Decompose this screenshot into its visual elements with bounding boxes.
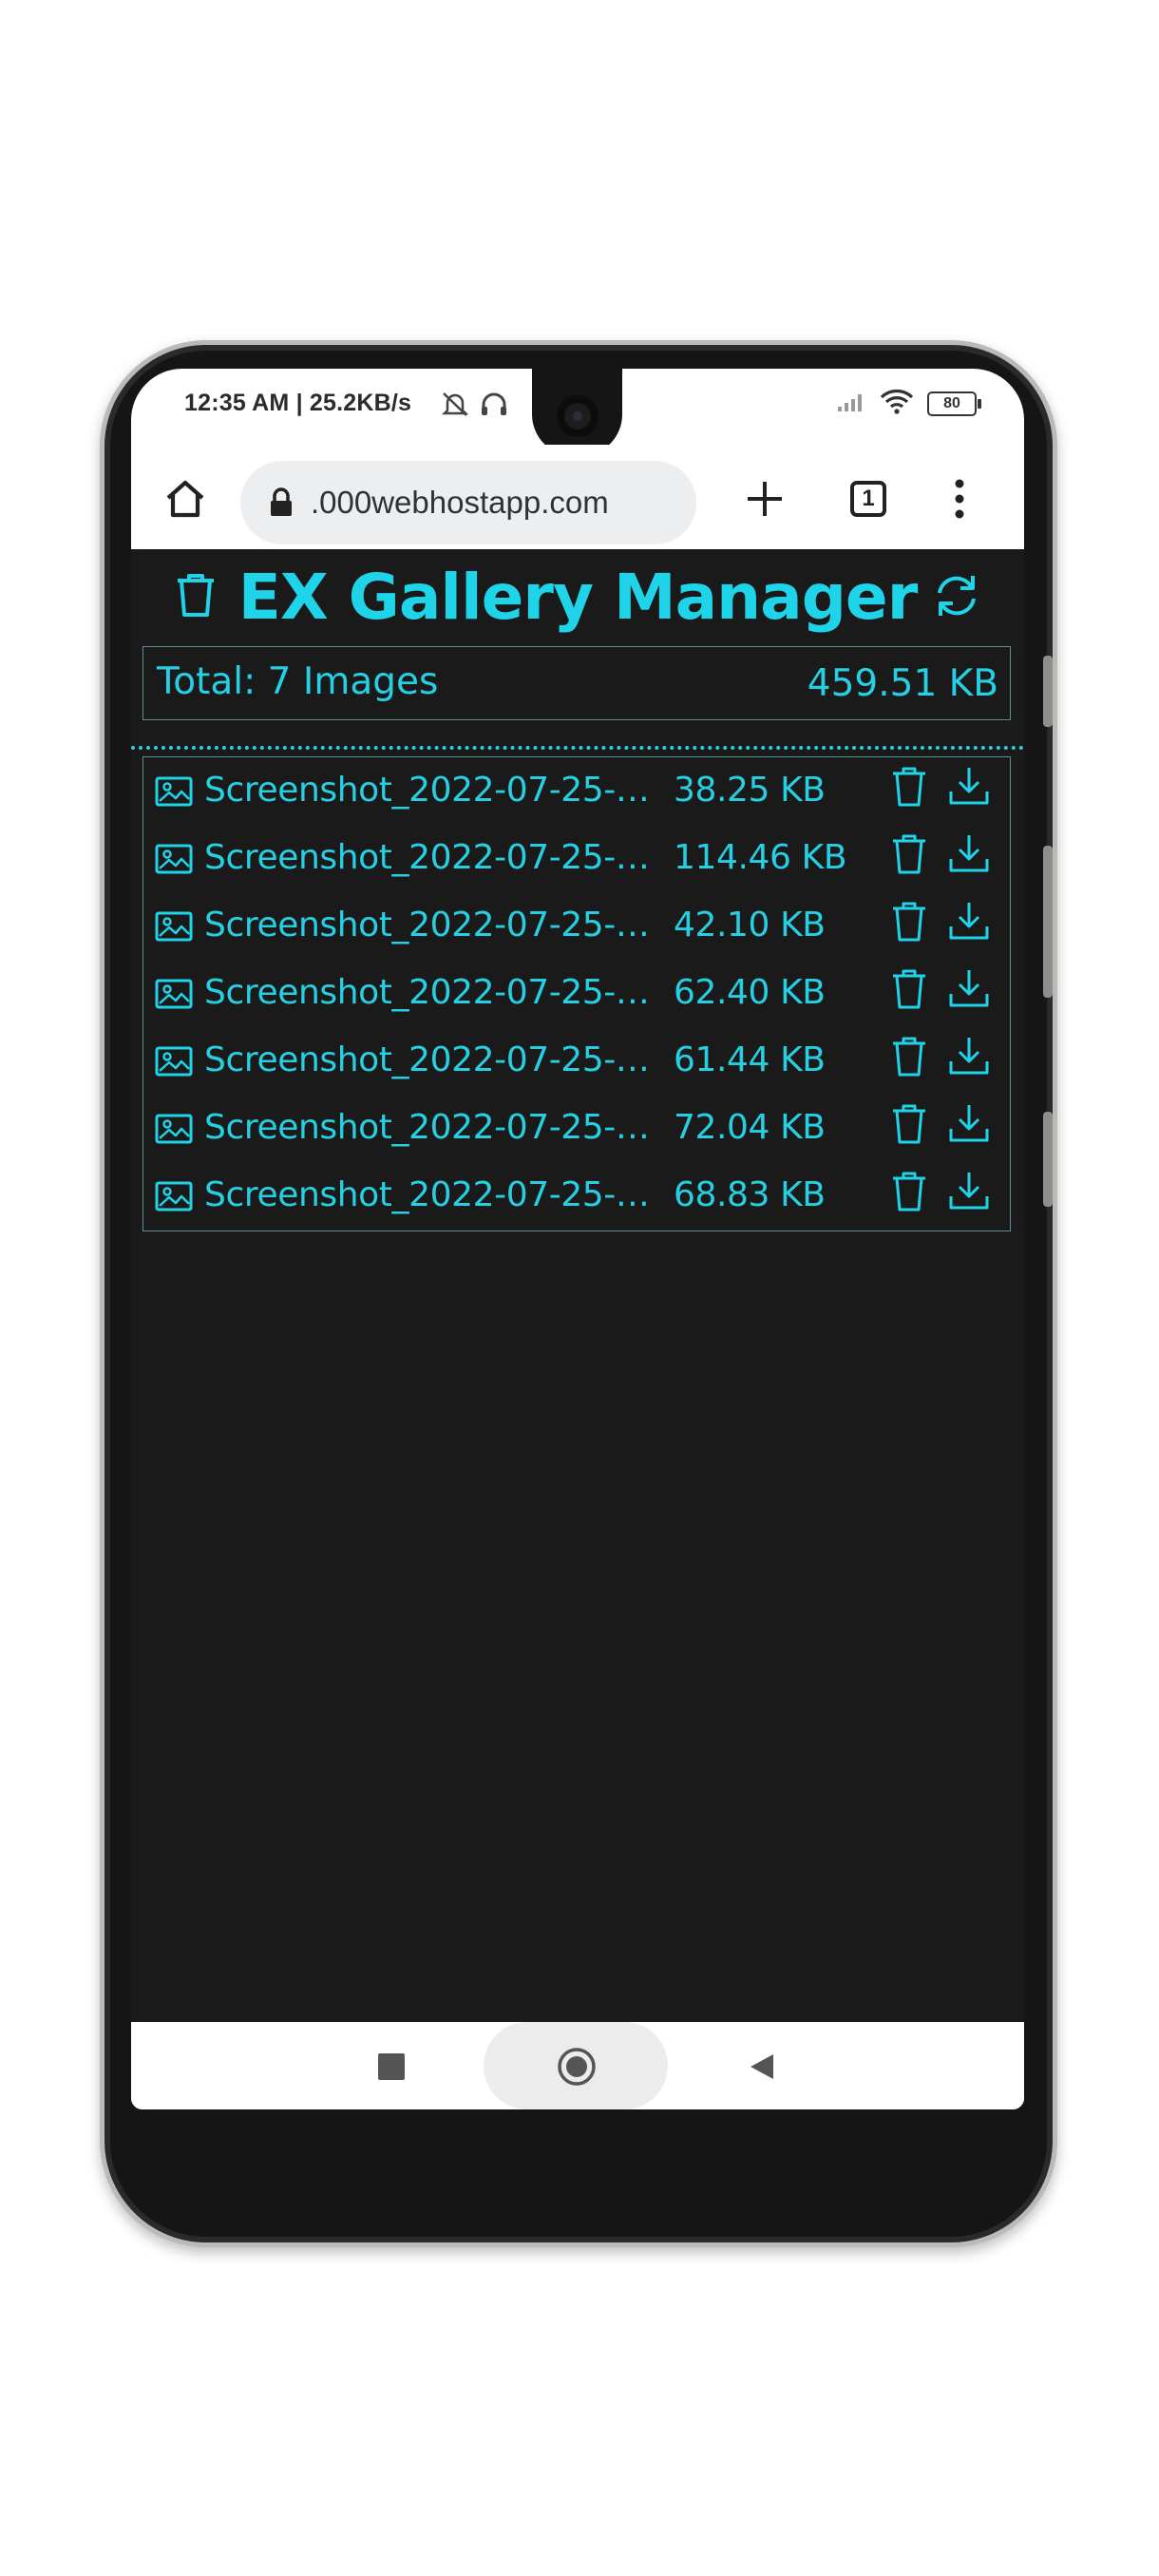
download-icon[interactable] xyxy=(947,1102,991,1151)
list-item[interactable]: Screenshot_2022-07-25-… 72.04 KB xyxy=(143,1095,1012,1162)
file-size: 62.40 KB xyxy=(674,973,826,1012)
delete-icon[interactable] xyxy=(890,1170,928,1218)
download-icon[interactable] xyxy=(947,1035,991,1083)
file-size: 42.10 KB xyxy=(674,906,826,945)
list-item[interactable]: Screenshot_2022-07-25-… 42.10 KB xyxy=(143,892,1012,960)
delete-icon[interactable] xyxy=(890,900,928,948)
file-size: 38.25 KB xyxy=(674,771,826,810)
url-bar[interactable]: .000webhostapp.com xyxy=(240,461,696,544)
dotted-divider xyxy=(131,746,1024,750)
file-name[interactable]: Screenshot_2022-07-25-… xyxy=(204,1108,662,1147)
image-icon xyxy=(155,911,193,946)
plus-icon[interactable] xyxy=(744,478,786,520)
delete-icon[interactable] xyxy=(890,832,928,881)
total-size: 459.51 KB xyxy=(807,662,998,705)
refresh-icon[interactable] xyxy=(933,572,980,624)
more-vert-icon[interactable] xyxy=(954,478,965,520)
file-name[interactable]: Screenshot_2022-07-25-… xyxy=(204,771,662,810)
file-name[interactable]: Screenshot_2022-07-25-… xyxy=(204,1040,662,1079)
url-text[interactable]: .000webhostapp.com xyxy=(311,485,686,521)
image-icon xyxy=(155,1046,193,1081)
image-icon xyxy=(155,776,193,811)
image-icon xyxy=(155,979,193,1014)
list-item[interactable]: Screenshot_2022-07-25-… 61.44 KB xyxy=(143,1027,1012,1095)
file-size: 68.83 KB xyxy=(674,1175,826,1214)
front-camera xyxy=(557,395,598,437)
app-header: EX Gallery Manager xyxy=(131,549,1024,644)
file-name[interactable]: Screenshot_2022-07-25-… xyxy=(204,1175,662,1214)
status-time-speed: 12:35 AM | 25.2KB/s xyxy=(184,390,412,416)
gallery-app: EX Gallery Manager Total: 7 Images 459.5… xyxy=(131,549,1024,2022)
file-name[interactable]: Screenshot_2022-07-25-… xyxy=(204,973,662,1012)
file-size: 114.46 KB xyxy=(674,838,847,877)
recents-icon[interactable] xyxy=(378,2053,405,2085)
camera-notch xyxy=(532,369,622,456)
delete-icon[interactable] xyxy=(890,1102,928,1151)
mute-alarm-icon xyxy=(440,390,470,423)
list-item[interactable]: Screenshot_2022-07-25-… 62.40 KB xyxy=(143,960,1012,1027)
list-item[interactable]: Screenshot_2022-07-25-… 68.83 KB xyxy=(143,1162,1012,1230)
side-button xyxy=(1043,656,1053,727)
download-icon[interactable] xyxy=(947,967,991,1016)
home-icon[interactable] xyxy=(163,478,207,520)
status-bar: 12:35 AM | 25.2KB/s 80 xyxy=(131,369,1024,456)
home-circle-icon[interactable] xyxy=(557,2047,597,2091)
delete-icon[interactable] xyxy=(890,1035,928,1083)
image-icon xyxy=(155,1114,193,1149)
file-size: 61.44 KB xyxy=(674,1040,826,1079)
battery-icon: 80 xyxy=(927,391,981,416)
image-icon xyxy=(155,844,193,879)
lock-icon[interactable] xyxy=(269,487,294,518)
wifi-icon xyxy=(880,388,914,419)
list-item[interactable]: Screenshot_2022-07-25-… 38.25 KB xyxy=(143,757,1012,825)
file-size: 72.04 KB xyxy=(674,1108,826,1147)
total-images: Total: 7 Images xyxy=(157,660,439,703)
back-icon[interactable] xyxy=(747,2052,775,2086)
phone-screen: 12:35 AM | 25.2KB/s 80 .000webhostapp.co… xyxy=(131,369,1024,2109)
delete-icon[interactable] xyxy=(890,765,928,813)
download-icon[interactable] xyxy=(947,765,991,813)
list-item[interactable]: Screenshot_2022-07-25-… 114.46 KB xyxy=(143,825,1012,892)
side-button xyxy=(1043,846,1053,998)
file-list: Screenshot_2022-07-25-… 38.25 KB Screens… xyxy=(142,756,1011,1231)
download-icon[interactable] xyxy=(947,1170,991,1218)
download-icon[interactable] xyxy=(947,900,991,948)
system-nav-bar xyxy=(131,2022,1024,2109)
signal-icon xyxy=(836,390,866,417)
file-name[interactable]: Screenshot_2022-07-25-… xyxy=(204,838,662,877)
file-name[interactable]: Screenshot_2022-07-25-… xyxy=(204,906,662,945)
app-title: EX Gallery Manager xyxy=(238,561,919,634)
image-icon xyxy=(155,1181,193,1216)
browser-toolbar: .000webhostapp.com 1 xyxy=(131,445,1024,549)
summary-box: Total: 7 Images 459.51 KB xyxy=(142,646,1011,720)
side-button xyxy=(1043,1112,1053,1207)
headphones-icon xyxy=(480,391,508,422)
tabs-button[interactable]: 1 xyxy=(850,481,886,517)
tab-count[interactable]: 1 xyxy=(850,481,886,517)
download-icon[interactable] xyxy=(947,832,991,881)
delete-icon[interactable] xyxy=(890,967,928,1016)
